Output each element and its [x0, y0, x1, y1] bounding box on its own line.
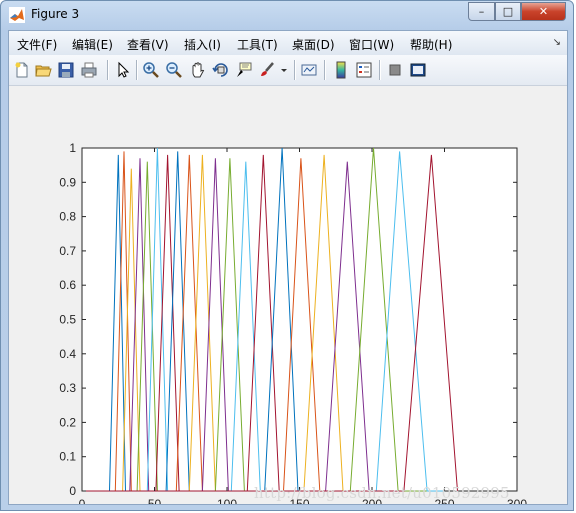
y-tick-label: 0.9 — [59, 175, 76, 189]
new-figure-icon[interactable] — [13, 61, 31, 79]
zoom-in-icon[interactable] — [142, 61, 160, 79]
rotate-3d-icon[interactable] — [212, 61, 230, 79]
menu-insert[interactable]: 插入(I) — [184, 36, 221, 53]
y-tick-label: 0.4 — [59, 347, 76, 361]
print-icon[interactable] — [80, 61, 98, 79]
menu-overflow-arrow-icon[interactable]: ↘ — [553, 37, 561, 48]
y-tick-label: 1 — [69, 141, 76, 155]
y-tick-label: 0.1 — [59, 450, 76, 464]
toolbar-separator — [107, 60, 108, 80]
menu-desktop[interactable]: 桌面(D) — [292, 36, 335, 53]
y-tick-label: 0.8 — [59, 210, 76, 224]
toolbar-separator — [379, 60, 380, 80]
maximize-button[interactable]: □ — [495, 2, 521, 21]
menu-edit[interactable]: 编辑(E) — [72, 36, 113, 53]
y-tick-label: 0.2 — [59, 415, 76, 429]
line-plot[interactable]: 0 50 100 150 200 250 30000.10.20.30.40.50.60.7… — [9, 86, 567, 504]
figure-client-area: 文件(F) 编辑(E) 查看(V) 插入(I) 工具(T) 桌面(D) 窗口(W… — [8, 30, 568, 505]
close-button[interactable]: ✕ — [521, 2, 566, 21]
edit-plot-arrow-icon[interactable] — [114, 61, 132, 79]
x-tick-label: 100 — [217, 497, 237, 504]
link-plot-icon[interactable] — [300, 61, 318, 79]
hide-plot-tools-icon[interactable] — [386, 61, 404, 79]
x-tick-label: 50 — [148, 497, 162, 504]
save-icon[interactable] — [57, 61, 75, 79]
show-plot-tools-icon[interactable] — [409, 61, 427, 79]
brush-icon[interactable] — [258, 61, 276, 79]
title-bar[interactable]: Figure 3 – □ ✕ — [1, 1, 573, 29]
toolbar-separator — [324, 60, 325, 80]
insert-colorbar-icon[interactable] — [332, 61, 350, 79]
menu-file[interactable]: 文件(F) — [17, 36, 57, 53]
menu-tools[interactable]: 工具(T) — [237, 36, 278, 53]
window-title: Figure 3 — [31, 7, 80, 21]
menu-help[interactable]: 帮助(H) — [410, 36, 452, 53]
brush-dropdown-icon[interactable] — [279, 61, 289, 79]
matlab-logo-icon — [9, 7, 25, 23]
y-tick-label: 0.5 — [59, 313, 76, 327]
y-tick-label: 0.6 — [59, 278, 76, 292]
menu-bar: 文件(F) 编辑(E) 查看(V) 插入(I) 工具(T) 桌面(D) 窗口(W… — [9, 31, 567, 56]
toolbar-separator — [294, 60, 295, 80]
x-tick-label: 300 — [507, 497, 527, 504]
x-tick-label: 0 — [79, 497, 86, 504]
menu-window[interactable]: 窗口(W) — [349, 36, 394, 53]
y-tick-label: 0.3 — [59, 381, 76, 395]
toolbar-separator — [136, 60, 137, 80]
figure-canvas[interactable]: 0 50 100 150 200 250 300 0 0.1 0.2 0.3 0.4 0.5 0.6 0.7… — [9, 86, 567, 504]
figure-window: Figure 3 – □ ✕ 文件(F) 编辑(E) 查看(V) 插入(I) 工… — [0, 0, 574, 511]
minimize-button[interactable]: – — [468, 2, 495, 21]
toolbar — [9, 55, 567, 86]
pan-hand-icon[interactable] — [189, 61, 207, 79]
data-cursor-icon[interactable] — [235, 61, 253, 79]
y-tick-label: 0.7 — [59, 244, 76, 258]
zoom-out-icon[interactable] — [165, 61, 183, 79]
menu-view[interactable]: 查看(V) — [127, 36, 169, 53]
insert-legend-icon[interactable] — [355, 61, 373, 79]
y-tick-label: 0 — [69, 484, 76, 498]
watermark-text: http://blog.csdn.net/u010592995 — [254, 484, 510, 502]
open-file-icon[interactable] — [34, 61, 52, 79]
